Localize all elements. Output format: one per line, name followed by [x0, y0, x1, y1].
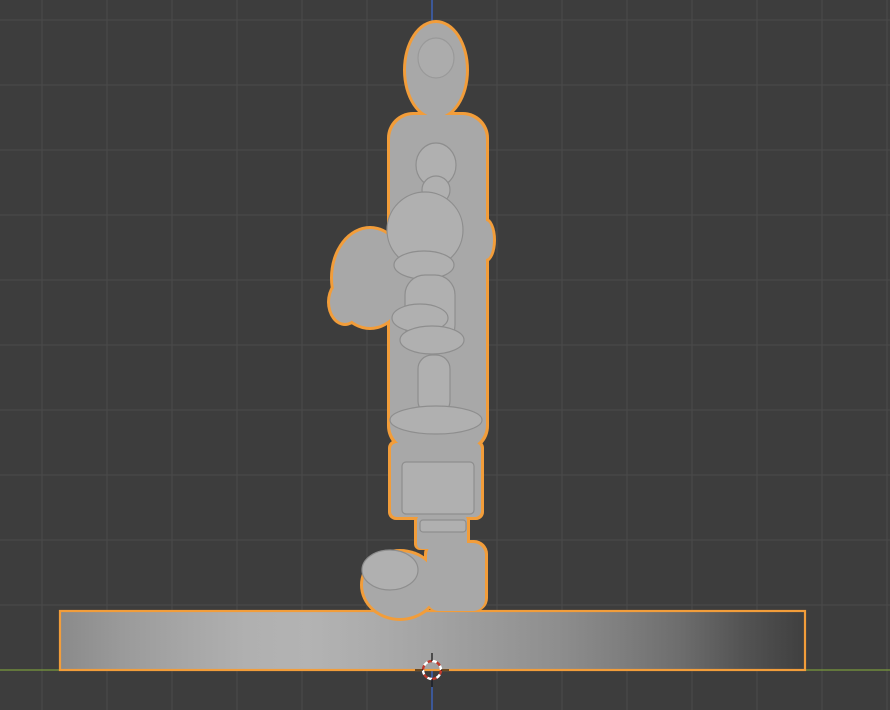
figure-object[interactable] — [327, 20, 496, 621]
3d-viewport[interactable] — [0, 0, 890, 710]
viewport-canvas[interactable] — [0, 0, 890, 710]
